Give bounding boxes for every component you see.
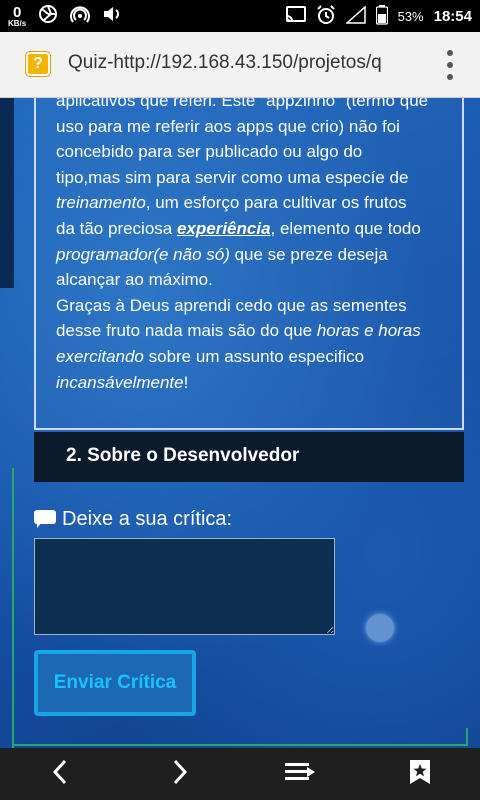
- emphasis-text: exercitando: [56, 346, 144, 366]
- left-strip: [0, 98, 14, 288]
- emphasis-text: incansávelmente: [56, 372, 184, 392]
- critique-textarea[interactable]: [34, 538, 335, 635]
- network-speed-value: 0: [12, 3, 22, 21]
- article-text-span: , um esforço para cultivar os frutos: [145, 193, 407, 213]
- chevron-right-icon: [171, 759, 189, 790]
- frame-border: [12, 744, 468, 746]
- article-line: da tão preciosa experiência, elemento qu…: [56, 216, 456, 242]
- web-page: aplicativos que referi. Este "appzinho" …: [0, 98, 480, 748]
- back-button[interactable]: [30, 748, 90, 800]
- emphasis-text: horas e horas: [316, 321, 421, 341]
- tabs-icon: [283, 760, 317, 789]
- article-line: aplicativos que referi. Este "appzinho" …: [56, 98, 429, 110]
- url-field[interactable]: Quiz-http://192.168.43.150/projetos/q: [68, 52, 408, 74]
- floating-dot: [366, 614, 394, 642]
- critique-label: Deixe a sua crítica:: [34, 508, 232, 531]
- comment-icon: [34, 509, 56, 530]
- article-text-span: da tão preciosa: [56, 218, 177, 238]
- aperture-icon: [38, 4, 58, 29]
- experience-link[interactable]: experiência: [177, 219, 271, 238]
- battery-percent: 53%: [397, 8, 424, 24]
- article-line: incansávelmente!: [56, 370, 456, 396]
- emphasis-text: programador(e não só): [56, 244, 230, 264]
- site-favicon-icon: ?: [26, 52, 50, 76]
- article-text-span: , elemento que todo: [270, 218, 421, 238]
- status-bar: 0 KB/s 53% 18:54: [0, 0, 480, 32]
- emphasis-text: treinamento: [56, 193, 146, 213]
- article-line: programador(e não só) que se preze desej…: [56, 242, 456, 268]
- article-text-span: desse fruto nada mais são do que: [56, 321, 317, 341]
- network-speed-unit: KB/s: [8, 18, 27, 28]
- bookmark-star-icon: [409, 759, 431, 790]
- article-line: desse fruto nada mais são do que horas e…: [56, 318, 456, 344]
- article-text-span: !: [183, 372, 189, 392]
- volume-icon: [102, 4, 122, 29]
- article-text-span: que se preze deseja: [229, 244, 388, 264]
- network-speed: 0 KB/s: [8, 5, 26, 28]
- article-line: alcançar ao máximo.: [56, 270, 213, 290]
- forward-button[interactable]: [150, 748, 210, 800]
- article-box: aplicativos que referi. Este "appzinho" …: [34, 98, 464, 430]
- article-line: exercitando sobre um assunto especifico: [56, 344, 456, 370]
- hotspot-icon: [70, 4, 91, 29]
- article-line: tipo,mas sim para servir como uma especí…: [56, 167, 409, 187]
- tabs-button[interactable]: [270, 748, 330, 800]
- overflow-menu-icon[interactable]: [442, 50, 458, 80]
- article-line: concebido para ser publicado ou algo do: [56, 142, 363, 162]
- battery-icon: [375, 4, 388, 28]
- frame-border: [12, 468, 14, 748]
- bookmark-button[interactable]: [390, 748, 450, 800]
- article-line: Graças à Deus aprendi cedo que as sement…: [56, 295, 407, 315]
- send-critique-button[interactable]: Enviar Crítica: [34, 650, 196, 716]
- browser-bottom-bar: [0, 748, 480, 800]
- clock: 18:54: [433, 7, 472, 25]
- signal-icon: [344, 4, 366, 27]
- alarm-icon: [316, 4, 336, 28]
- section-header-developer[interactable]: 2. Sobre o Desenvolvedor: [34, 432, 464, 482]
- article-line: treinamento, um esforço para cultivar os…: [56, 190, 456, 216]
- chevron-left-icon: [51, 759, 69, 790]
- article-text: aplicativos que referi. Este "appzinho" …: [56, 98, 456, 395]
- frame-border: [466, 728, 468, 746]
- article-text-span: sobre um assunto especifico: [143, 346, 365, 366]
- critique-label-text: Deixe a sua crítica:: [62, 508, 233, 530]
- article-line: uso para me referir aos apps que crio) n…: [56, 116, 400, 136]
- browser-toolbar: ? Quiz-http://192.168.43.150/projetos/q: [0, 32, 480, 98]
- cast-icon: [285, 5, 306, 27]
